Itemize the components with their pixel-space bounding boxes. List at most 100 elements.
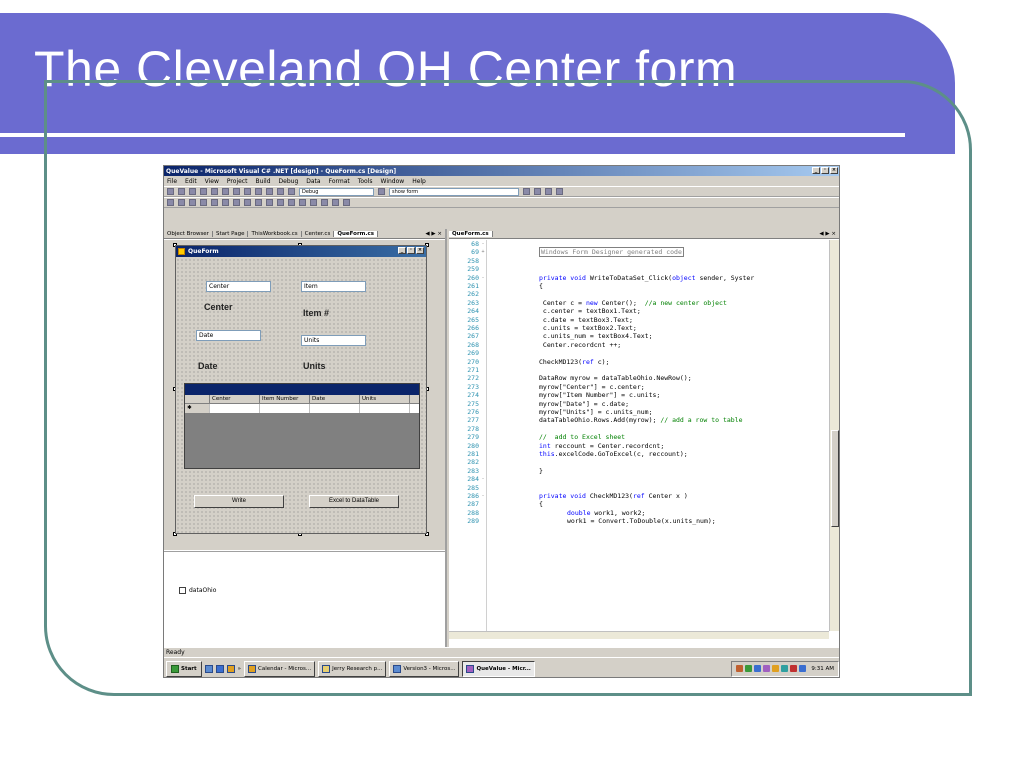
tab-center[interactable]: Center.cs bbox=[302, 230, 335, 237]
code-line[interactable]: 276 myrow["Units"] = c.units_num; bbox=[449, 408, 829, 416]
write-button[interactable]: Write bbox=[194, 495, 284, 508]
fold-marker[interactable] bbox=[479, 265, 487, 273]
undo-icon[interactable] bbox=[255, 188, 262, 195]
date-textbox[interactable]: Date bbox=[196, 330, 261, 341]
code-line[interactable]: 262 bbox=[449, 290, 829, 298]
code-line[interactable]: 69 + Windows Form Designer generated code bbox=[449, 247, 829, 258]
fold-marker[interactable] bbox=[479, 332, 487, 340]
fold-marker[interactable]: - bbox=[479, 475, 487, 483]
center-vertically-icon[interactable] bbox=[321, 199, 328, 206]
code-line[interactable]: 258 bbox=[449, 257, 829, 265]
code-line[interactable]: 274 myrow["Item Number"] = c.units; bbox=[449, 391, 829, 399]
code-line[interactable]: 272 DataRow myrow = dataTableOhio.NewRow(… bbox=[449, 374, 829, 382]
find-icon[interactable] bbox=[378, 188, 385, 195]
toolbox-icon[interactable] bbox=[545, 188, 552, 195]
form-minimize-button[interactable]: _ bbox=[398, 247, 406, 254]
code-editor[interactable]: 68-69 + Windows Form Designer generated co… bbox=[449, 240, 829, 631]
tab-queform-code[interactable]: QueForm.cs bbox=[449, 230, 493, 237]
redo-icon[interactable] bbox=[266, 188, 273, 195]
grid-column-center[interactable]: Center bbox=[210, 395, 260, 403]
fold-marker[interactable] bbox=[479, 282, 487, 290]
code-line[interactable]: 263 Center c = new Center(); //a new cen… bbox=[449, 299, 829, 307]
center-textbox[interactable]: Center bbox=[206, 281, 271, 292]
fold-marker[interactable] bbox=[479, 467, 487, 475]
save-icon[interactable] bbox=[200, 188, 207, 195]
cut-icon[interactable] bbox=[222, 188, 229, 195]
tray-icon[interactable] bbox=[799, 665, 807, 672]
open-icon[interactable] bbox=[189, 188, 196, 195]
solution-config-combo[interactable]: Debug bbox=[299, 187, 374, 196]
align-middle-icon[interactable] bbox=[222, 199, 229, 206]
align-bottom-icon[interactable] bbox=[233, 199, 240, 206]
code-line[interactable]: 265 c.date = textBox3.Text; bbox=[449, 316, 829, 324]
fold-marker[interactable] bbox=[479, 358, 487, 366]
code-line[interactable]: 283} bbox=[449, 467, 829, 475]
code-line[interactable]: 271 bbox=[449, 366, 829, 374]
fold-marker[interactable] bbox=[479, 400, 487, 408]
code-line[interactable]: 286- private void CheckMD123(ref Center x… bbox=[449, 492, 829, 500]
vertical-scrollbar[interactable] bbox=[829, 240, 839, 631]
copy-icon[interactable] bbox=[233, 188, 240, 195]
code-line[interactable]: 273 myrow["Center"] = c.center; bbox=[449, 383, 829, 391]
item-textbox[interactable]: Item bbox=[301, 281, 366, 292]
dataohio-component[interactable]: dataOhio bbox=[179, 587, 216, 594]
send-to-back-icon[interactable] bbox=[343, 199, 350, 206]
code-line[interactable]: 259 bbox=[449, 265, 829, 273]
tab-thisworkbook[interactable]: ThisWorkbook.cs bbox=[248, 230, 302, 237]
quick-launch-chevron[interactable]: » bbox=[238, 666, 241, 672]
same-width-icon[interactable] bbox=[244, 199, 251, 206]
same-height-icon[interactable] bbox=[255, 199, 262, 206]
quick-launch-desktop-icon[interactable] bbox=[204, 664, 213, 673]
code-line[interactable]: 269 bbox=[449, 349, 829, 357]
fold-marker[interactable]: - bbox=[479, 492, 487, 500]
paste-icon[interactable] bbox=[244, 188, 251, 195]
horizontal-scrollbar[interactable] bbox=[449, 631, 829, 639]
menu-tools[interactable]: Tools bbox=[358, 178, 373, 185]
taskbar-item-quevalue[interactable]: QueValue - Micr... bbox=[462, 660, 535, 677]
code-line[interactable]: 270 CheckMD123(ref c); bbox=[449, 358, 829, 366]
code-tab-nav-arrows[interactable]: ◀ ▶ × bbox=[819, 231, 839, 237]
tray-icon[interactable] bbox=[772, 665, 780, 672]
form-close-button[interactable]: × bbox=[416, 247, 424, 254]
fold-marker[interactable] bbox=[479, 324, 487, 332]
size-to-grid-icon[interactable] bbox=[277, 199, 284, 206]
grid-cell[interactable] bbox=[310, 404, 360, 413]
fold-marker[interactable] bbox=[479, 458, 487, 466]
fold-marker[interactable] bbox=[479, 433, 487, 441]
fold-marker[interactable] bbox=[479, 500, 487, 508]
horizontal-spacing-icon[interactable] bbox=[288, 199, 295, 206]
code-line[interactable]: 285 bbox=[449, 484, 829, 492]
tray-icon[interactable] bbox=[763, 665, 771, 672]
class-view-icon[interactable] bbox=[556, 188, 563, 195]
align-grid-icon[interactable] bbox=[167, 199, 174, 206]
menu-edit[interactable]: Edit bbox=[185, 178, 197, 185]
code-line[interactable]: 281 this.excelCode.GoToExcel(c, reccount)… bbox=[449, 450, 829, 458]
grid-column-units[interactable]: Units bbox=[360, 395, 410, 403]
taskbar-item-jerry-research[interactable]: Jerry Research p... bbox=[318, 660, 387, 677]
quick-launch-outlook-icon[interactable] bbox=[226, 664, 235, 673]
same-size-icon[interactable] bbox=[266, 199, 273, 206]
fold-marker[interactable] bbox=[479, 349, 487, 357]
fold-marker[interactable] bbox=[479, 408, 487, 416]
tray-icon[interactable] bbox=[781, 665, 789, 672]
fold-marker[interactable] bbox=[479, 517, 487, 525]
form-maximize-button[interactable]: · bbox=[407, 247, 415, 254]
grid-column-item-number[interactable]: Item Number bbox=[260, 395, 310, 403]
code-line[interactable]: 268 Center.recordcnt ++; bbox=[449, 341, 829, 349]
menu-debug[interactable]: Debug bbox=[279, 178, 299, 185]
align-center-icon[interactable] bbox=[189, 199, 196, 206]
tab-start-page[interactable]: Start Page bbox=[213, 230, 249, 237]
grid-cell[interactable] bbox=[360, 404, 410, 413]
menu-project[interactable]: Project bbox=[227, 178, 248, 185]
fold-marker[interactable] bbox=[479, 366, 487, 374]
tray-icon[interactable] bbox=[736, 665, 744, 672]
tab-nav-arrows[interactable]: ◀ ▶ × bbox=[425, 231, 445, 237]
start-button[interactable]: Start bbox=[166, 660, 202, 677]
code-line[interactable]: 261 { bbox=[449, 282, 829, 290]
solution-explorer-icon[interactable] bbox=[523, 188, 530, 195]
vertical-scroll-thumb[interactable] bbox=[831, 430, 839, 527]
tray-icon[interactable] bbox=[745, 665, 753, 672]
bring-to-front-icon[interactable] bbox=[332, 199, 339, 206]
fold-marker[interactable] bbox=[479, 450, 487, 458]
fold-marker[interactable] bbox=[479, 290, 487, 298]
